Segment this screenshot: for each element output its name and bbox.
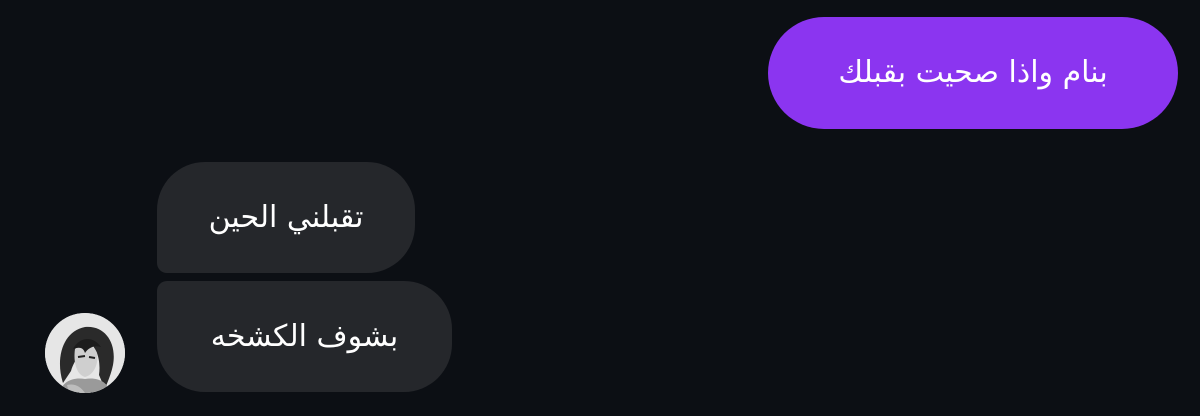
avatar-image bbox=[45, 313, 125, 393]
sent-message-text: بنام واذا صحيت بقبلك bbox=[838, 55, 1108, 90]
received-message-bubble[interactable]: تقبلني الحين bbox=[157, 162, 415, 273]
contact-avatar[interactable] bbox=[45, 313, 125, 393]
received-message-text: تقبلني الحين bbox=[208, 199, 364, 235]
sent-message-bubble[interactable]: بنام واذا صحيت بقبلك bbox=[768, 17, 1178, 129]
chat-thread: بنام واذا صحيت بقبلك تقبلني الحين بشوف ا… bbox=[0, 0, 1200, 416]
received-message-bubble[interactable]: بشوف الكشخه bbox=[157, 281, 452, 392]
received-message-text: بشوف الكشخه bbox=[210, 318, 399, 354]
